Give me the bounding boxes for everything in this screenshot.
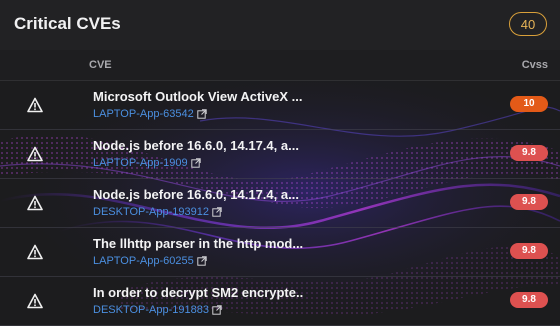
cve-title[interactable]: In order to decrypt SM2 encrypte... xyxy=(93,285,303,300)
warning-triangle-icon xyxy=(27,293,43,309)
asset-name[interactable]: LAPTOP-App-1909 xyxy=(93,157,188,169)
asset-link[interactable]: DESKTOP-App-193912 xyxy=(93,206,222,218)
cve-title[interactable]: Microsoft Outlook View ActiveX ... xyxy=(93,89,303,104)
cve-list: Microsoft Outlook View ActiveX ... LAPTO… xyxy=(0,81,560,326)
external-link-icon[interactable] xyxy=(197,256,207,266)
asset-name[interactable]: LAPTOP-App-60255 xyxy=(93,255,194,267)
cve-row[interactable]: Node.js before 16.6.0, 14.17.4, a... DES… xyxy=(0,179,560,228)
asset-name[interactable]: LAPTOP-App-63542 xyxy=(93,108,194,120)
panel-header: Critical CVEs 40 xyxy=(0,0,560,51)
table-header: CVE Cvss xyxy=(0,50,560,81)
warning-triangle-icon xyxy=(27,195,43,211)
panel-title: Critical CVEs xyxy=(14,14,121,33)
count-badge[interactable]: 40 xyxy=(509,12,547,36)
asset-name[interactable]: DESKTOP-App-193912 xyxy=(93,206,209,218)
cvss-score-badge: 9.8 xyxy=(510,145,548,161)
cvss-score-badge: 10 xyxy=(510,96,548,112)
warning-triangle-icon xyxy=(27,244,43,260)
asset-link[interactable]: LAPTOP-App-63542 xyxy=(93,108,207,120)
cve-row[interactable]: In order to decrypt SM2 encrypte... DESK… xyxy=(0,277,560,326)
asset-link[interactable]: LAPTOP-App-60255 xyxy=(93,255,207,267)
asset-name[interactable]: DESKTOP-App-191883 xyxy=(93,304,209,316)
cve-row[interactable]: Node.js before 16.6.0, 14.17.4, a... LAP… xyxy=(0,130,560,179)
cve-title[interactable]: The llhttp parser in the http mod... xyxy=(93,236,303,251)
external-link-icon[interactable] xyxy=(197,109,207,119)
column-header-cvss[interactable]: Cvss xyxy=(522,59,548,71)
critical-cves-panel: Critical CVEs 40 CVE Cvss Microsoft Outl… xyxy=(0,0,560,326)
asset-link[interactable]: LAPTOP-App-1909 xyxy=(93,157,201,169)
cve-title[interactable]: Node.js before 16.6.0, 14.17.4, a... xyxy=(93,138,303,153)
column-header-cve[interactable]: CVE xyxy=(89,59,112,71)
external-link-icon[interactable] xyxy=(212,305,222,315)
warning-triangle-icon xyxy=(27,97,43,113)
asset-link[interactable]: DESKTOP-App-191883 xyxy=(93,304,222,316)
cvss-score-badge: 9.8 xyxy=(510,194,548,210)
cvss-score-badge: 9.8 xyxy=(510,292,548,308)
cve-row[interactable]: The llhttp parser in the http mod... LAP… xyxy=(0,228,560,277)
warning-triangle-icon xyxy=(27,146,43,162)
cve-row[interactable]: Microsoft Outlook View ActiveX ... LAPTO… xyxy=(0,81,560,130)
cve-title[interactable]: Node.js before 16.6.0, 14.17.4, a... xyxy=(93,187,303,202)
external-link-icon[interactable] xyxy=(212,207,222,217)
cvss-score-badge: 9.8 xyxy=(510,243,548,259)
external-link-icon[interactable] xyxy=(190,158,201,168)
